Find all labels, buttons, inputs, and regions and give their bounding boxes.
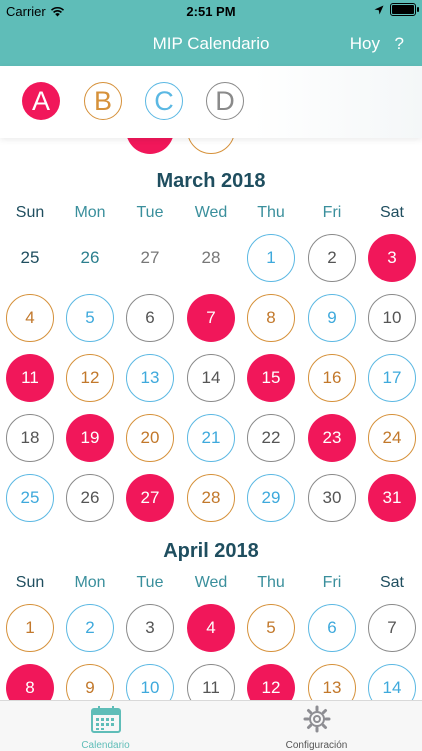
day-cell[interactable]: 9 bbox=[308, 294, 356, 342]
day-cell[interactable]: 17 bbox=[368, 354, 416, 402]
day-cell[interactable]: 25 bbox=[6, 234, 54, 282]
day-cell[interactable]: 9 bbox=[66, 664, 114, 700]
tab-bar: Calendario Configuración bbox=[0, 700, 422, 751]
legend-shift-d[interactable]: D bbox=[206, 82, 244, 120]
day-cell[interactable]: 15 bbox=[247, 354, 295, 402]
day-cell[interactable]: 5 bbox=[66, 294, 114, 342]
day-cell[interactable]: 22 bbox=[247, 414, 295, 462]
day-cell[interactable]: 30 bbox=[308, 474, 356, 522]
weekday-label: Mon bbox=[74, 204, 106, 221]
today-button[interactable]: Hoy bbox=[350, 34, 380, 54]
weekday-label: Wed bbox=[194, 204, 228, 221]
weekday-label: Tue bbox=[136, 574, 164, 591]
weekday-label: Sun bbox=[15, 204, 45, 221]
day-cell[interactable]: 14 bbox=[187, 354, 235, 402]
legend-shift-c[interactable]: C bbox=[145, 82, 183, 120]
day-cell[interactable]: 3 bbox=[126, 604, 174, 652]
month-title: March 2018 bbox=[156, 170, 266, 192]
day-cell[interactable]: 25 bbox=[6, 474, 54, 522]
legend-shift-b[interactable]: B bbox=[84, 82, 122, 120]
weekday-label: Wed bbox=[194, 574, 228, 591]
day-cell[interactable]: 10 bbox=[368, 294, 416, 342]
day-cell[interactable]: 13 bbox=[126, 354, 174, 402]
tab-calendar-label: Calendario bbox=[81, 740, 130, 751]
day-cell[interactable]: 4 bbox=[187, 604, 235, 652]
day-cell[interactable]: 11 bbox=[6, 354, 54, 402]
day-cell[interactable]: 8 bbox=[247, 294, 295, 342]
clock: 2:51 PM bbox=[186, 4, 236, 19]
day-cell[interactable]: 5 bbox=[247, 604, 295, 652]
day-cell[interactable]: 24 bbox=[368, 414, 416, 462]
legend-shift-a[interactable]: A bbox=[22, 82, 60, 120]
day-cell[interactable]: 8 bbox=[6, 664, 54, 700]
battery-icon bbox=[390, 3, 419, 16]
day-cell[interactable]: 16 bbox=[308, 354, 356, 402]
day-cell[interactable]: 3 bbox=[368, 234, 416, 282]
day-cell[interactable]: 12 bbox=[66, 354, 114, 402]
day-cell[interactable]: 19 bbox=[66, 414, 114, 462]
weekday-label: Sat bbox=[379, 204, 404, 221]
gear-icon bbox=[303, 705, 330, 733]
weekday-label: Thu bbox=[257, 204, 285, 221]
day-cell[interactable]: 27 bbox=[126, 474, 174, 522]
day-cell[interactable]: 11 bbox=[187, 664, 235, 700]
calendar-icon bbox=[90, 706, 121, 733]
day-cell[interactable]: 14 bbox=[368, 664, 416, 700]
weekday-label: Mon bbox=[74, 574, 106, 591]
day-cell[interactable]: 12 bbox=[247, 664, 295, 700]
month-title: April 2018 bbox=[163, 540, 259, 562]
weekday-label: Tue bbox=[136, 204, 164, 221]
status-bar: Carrier 2:51 PM bbox=[0, 0, 422, 22]
day-cell[interactable]: 10 bbox=[126, 664, 174, 700]
weekday-label: Sun bbox=[15, 574, 45, 591]
weekday-label: Fri bbox=[322, 574, 342, 591]
day-cell[interactable]: 26 bbox=[66, 234, 114, 282]
tab-calendar[interactable]: Calendario bbox=[0, 705, 211, 751]
day-cell[interactable]: 13 bbox=[308, 664, 356, 700]
day-cell[interactable]: 28 bbox=[187, 474, 235, 522]
day-cell[interactable]: 2 bbox=[66, 604, 114, 652]
tab-settings[interactable]: Configuración bbox=[211, 705, 422, 751]
weekday-label: Fri bbox=[322, 204, 342, 221]
day-cell[interactable] bbox=[126, 138, 174, 154]
location-arrow-icon bbox=[374, 5, 384, 14]
day-cell[interactable] bbox=[187, 138, 235, 154]
day-cell[interactable]: 6 bbox=[308, 604, 356, 652]
day-cell[interactable]: 21 bbox=[187, 414, 235, 462]
help-button[interactable]: ? bbox=[395, 34, 404, 54]
day-cell[interactable]: 27 bbox=[126, 234, 174, 282]
day-cell[interactable]: 7 bbox=[187, 294, 235, 342]
weekday-label: Sat bbox=[379, 574, 404, 591]
day-cell[interactable]: 4 bbox=[6, 294, 54, 342]
day-cell[interactable]: 26 bbox=[66, 474, 114, 522]
day-cell[interactable]: 1 bbox=[6, 604, 54, 652]
day-cell[interactable]: 18 bbox=[6, 414, 54, 462]
day-cell[interactable]: 2 bbox=[308, 234, 356, 282]
calendar-scroll-view[interactable]: March 2018 Sun Mon Tue Wed Thu Fri Sat 25 26 27 28 1… bbox=[0, 138, 422, 700]
day-cell[interactable]: 1 bbox=[247, 234, 295, 282]
shift-legend: ABCD bbox=[0, 66, 422, 138]
day-cell[interactable]: 7 bbox=[368, 604, 416, 652]
weekday-label: Thu bbox=[257, 574, 285, 591]
day-cell[interactable]: 23 bbox=[308, 414, 356, 462]
day-cell[interactable]: 28 bbox=[187, 234, 235, 282]
navigation-bar: MIP Calendario Hoy ? bbox=[0, 22, 422, 66]
tab-settings-label: Configuración bbox=[285, 740, 348, 751]
day-cell[interactable]: 20 bbox=[126, 414, 174, 462]
day-cell[interactable]: 6 bbox=[126, 294, 174, 342]
day-cell[interactable]: 29 bbox=[247, 474, 295, 522]
day-cell[interactable]: 31 bbox=[368, 474, 416, 522]
